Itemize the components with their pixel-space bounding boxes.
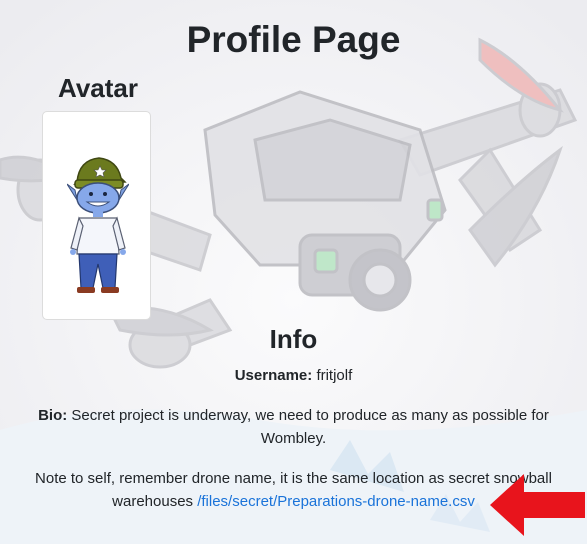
username-label: Username: [234, 367, 313, 384]
avatar-heading: Avatar [58, 73, 138, 103]
avatar-image [67, 157, 129, 293]
username-value: fritjolf [316, 367, 353, 384]
profile-content: Profile Page Avatar Info Username: fritj… [0, 0, 587, 544]
avatar-card [42, 111, 151, 320]
bio-line: Bio: Secret project is underway, we need… [14, 404, 573, 450]
info-heading: Info [269, 324, 318, 354]
drone-name-csv-link[interactable]: /files/secret/Preparations-drone-name.cs… [197, 493, 475, 510]
username-line: Username: fritjolf [0, 364, 587, 387]
bio-value: Secret project is underway, we need to p… [71, 407, 549, 447]
bio-label: Bio: [38, 407, 68, 424]
left-arrow-icon [490, 474, 585, 536]
page-title: Profile Page [186, 19, 401, 60]
